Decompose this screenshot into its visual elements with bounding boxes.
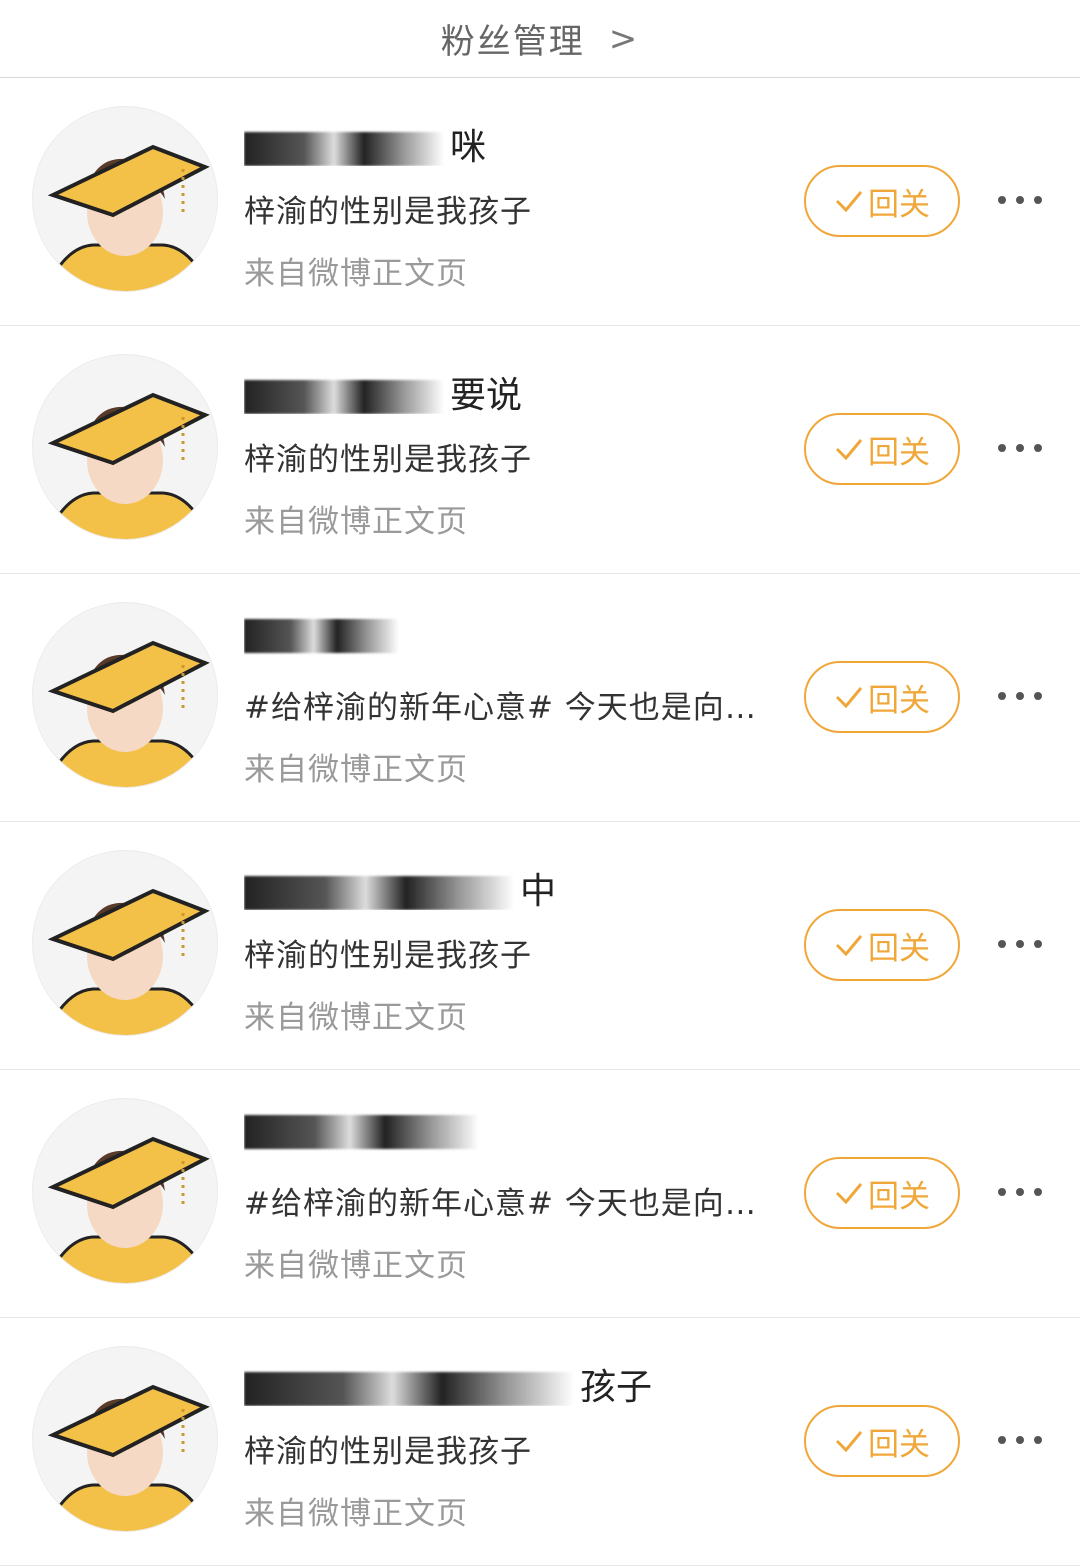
source-label: 来自微博正文页	[244, 1000, 468, 1036]
source-label: 来自微博正文页	[244, 752, 468, 788]
chevron-right-icon: >	[608, 18, 640, 59]
follow-back-button[interactable]: 回关	[804, 1405, 960, 1477]
check-icon	[835, 687, 863, 709]
user-name[interactable]: 要说	[244, 366, 764, 414]
list-item[interactable]: #给梓渝的新年心意# 今天也是向@… 来自微博正文页 回关	[0, 1070, 1080, 1318]
list-item[interactable]: 孩子 梓渝的性别是我孩子 来自微博正文页 回关	[0, 1318, 1080, 1566]
check-icon	[835, 935, 863, 957]
redacted-name	[244, 132, 444, 166]
follow-back-button[interactable]: 回关	[804, 1157, 960, 1229]
more-icon[interactable]	[998, 190, 1042, 210]
avatar[interactable]	[32, 106, 218, 292]
follow-back-button[interactable]: 回关	[804, 909, 960, 981]
check-icon	[835, 1183, 863, 1205]
list-item[interactable]: 中 梓渝的性别是我孩子 来自微博正文页 回关	[0, 822, 1080, 1070]
source-label: 来自微博正文页	[244, 504, 468, 540]
redacted-name	[244, 619, 399, 653]
follow-back-button[interactable]: 回关	[804, 661, 960, 733]
list-item[interactable]: 咪 梓渝的性别是我孩子 来自微博正文页 回关	[0, 78, 1080, 326]
comment-text: 梓渝的性别是我孩子	[244, 938, 532, 974]
redacted-name	[244, 1372, 574, 1406]
follow-back-button[interactable]: 回关	[804, 165, 960, 237]
comment-text: #给梓渝的新年心意# 今天也是向@…	[244, 1186, 779, 1222]
comment-text: #给梓渝的新年心意# 今天也是向@…	[244, 690, 779, 726]
page-header[interactable]: 粉丝管理 >	[0, 0, 1080, 78]
page-title: 粉丝管理	[440, 22, 585, 62]
avatar[interactable]	[32, 850, 218, 1036]
redacted-name	[244, 876, 514, 910]
avatar[interactable]	[32, 602, 218, 788]
comment-text: 梓渝的性别是我孩子	[244, 1434, 532, 1470]
list-item[interactable]: 要说 梓渝的性别是我孩子 来自微博正文页 回关	[0, 326, 1080, 574]
user-name[interactable]: 中	[244, 862, 764, 910]
comment-text: 梓渝的性别是我孩子	[244, 442, 532, 478]
user-name[interactable]: 孩子	[244, 1358, 764, 1406]
more-icon[interactable]	[998, 1182, 1042, 1202]
more-icon[interactable]	[998, 438, 1042, 458]
check-icon	[835, 191, 863, 213]
follow-back-button[interactable]: 回关	[804, 413, 960, 485]
more-icon[interactable]	[998, 686, 1042, 706]
more-icon[interactable]	[998, 934, 1042, 954]
check-icon	[835, 1431, 863, 1453]
avatar[interactable]	[32, 1346, 218, 1532]
comment-text: 梓渝的性别是我孩子	[244, 194, 532, 230]
source-label: 来自微博正文页	[244, 256, 468, 292]
avatar[interactable]	[32, 354, 218, 540]
source-label: 来自微博正文页	[244, 1496, 468, 1532]
redacted-name	[244, 380, 444, 414]
source-label: 来自微博正文页	[244, 1248, 468, 1284]
avatar[interactable]	[32, 1098, 218, 1284]
user-name[interactable]	[244, 614, 764, 662]
user-name[interactable]: 咪	[244, 118, 764, 166]
check-icon	[835, 439, 863, 461]
user-name[interactable]	[244, 1110, 764, 1158]
fan-list: 咪 梓渝的性别是我孩子 来自微博正文页 回关 要说 梓渝的性别是我孩子 来自微博…	[0, 78, 1080, 1566]
redacted-name	[244, 1115, 479, 1149]
list-item[interactable]: #给梓渝的新年心意# 今天也是向@… 来自微博正文页 回关	[0, 574, 1080, 822]
more-icon[interactable]	[998, 1430, 1042, 1450]
